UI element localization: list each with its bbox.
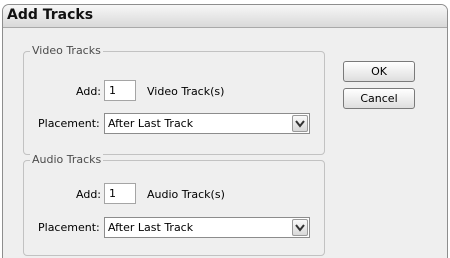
video-tracks-group: Video Tracks <box>23 44 325 155</box>
audio-placement-select[interactable]: After Last Track <box>104 217 310 238</box>
dialog-title: Add Tracks <box>7 7 94 23</box>
audio-add-label: Add: <box>76 188 102 201</box>
video-add-label: Add: <box>76 85 102 98</box>
cancel-button[interactable]: Cancel <box>343 88 415 109</box>
title-bar[interactable]: Add Tracks <box>3 5 447 28</box>
add-tracks-dialog: Add Tracks Video Tracks Add: Video Track… <box>2 4 448 258</box>
audio-unit-label: Audio Track(s) <box>147 188 225 201</box>
audio-placement-label: Placement: <box>38 221 100 234</box>
audio-placement-value: After Last Track <box>108 221 194 234</box>
ok-button[interactable]: OK <box>343 61 415 82</box>
video-unit-label: Video Track(s) <box>147 85 225 98</box>
audio-tracks-legend: Audio Tracks <box>30 153 104 166</box>
chevron-down-icon[interactable] <box>292 219 308 236</box>
video-placement-label: Placement: <box>38 117 100 130</box>
audio-tracks-group: Audio Tracks <box>23 153 325 256</box>
video-placement-value: After Last Track <box>108 117 194 130</box>
video-track-count-input[interactable] <box>104 80 136 101</box>
video-tracks-legend: Video Tracks <box>30 44 103 57</box>
video-placement-select[interactable]: After Last Track <box>104 113 310 134</box>
chevron-down-icon[interactable] <box>292 115 308 132</box>
audio-track-count-input[interactable] <box>104 183 136 204</box>
